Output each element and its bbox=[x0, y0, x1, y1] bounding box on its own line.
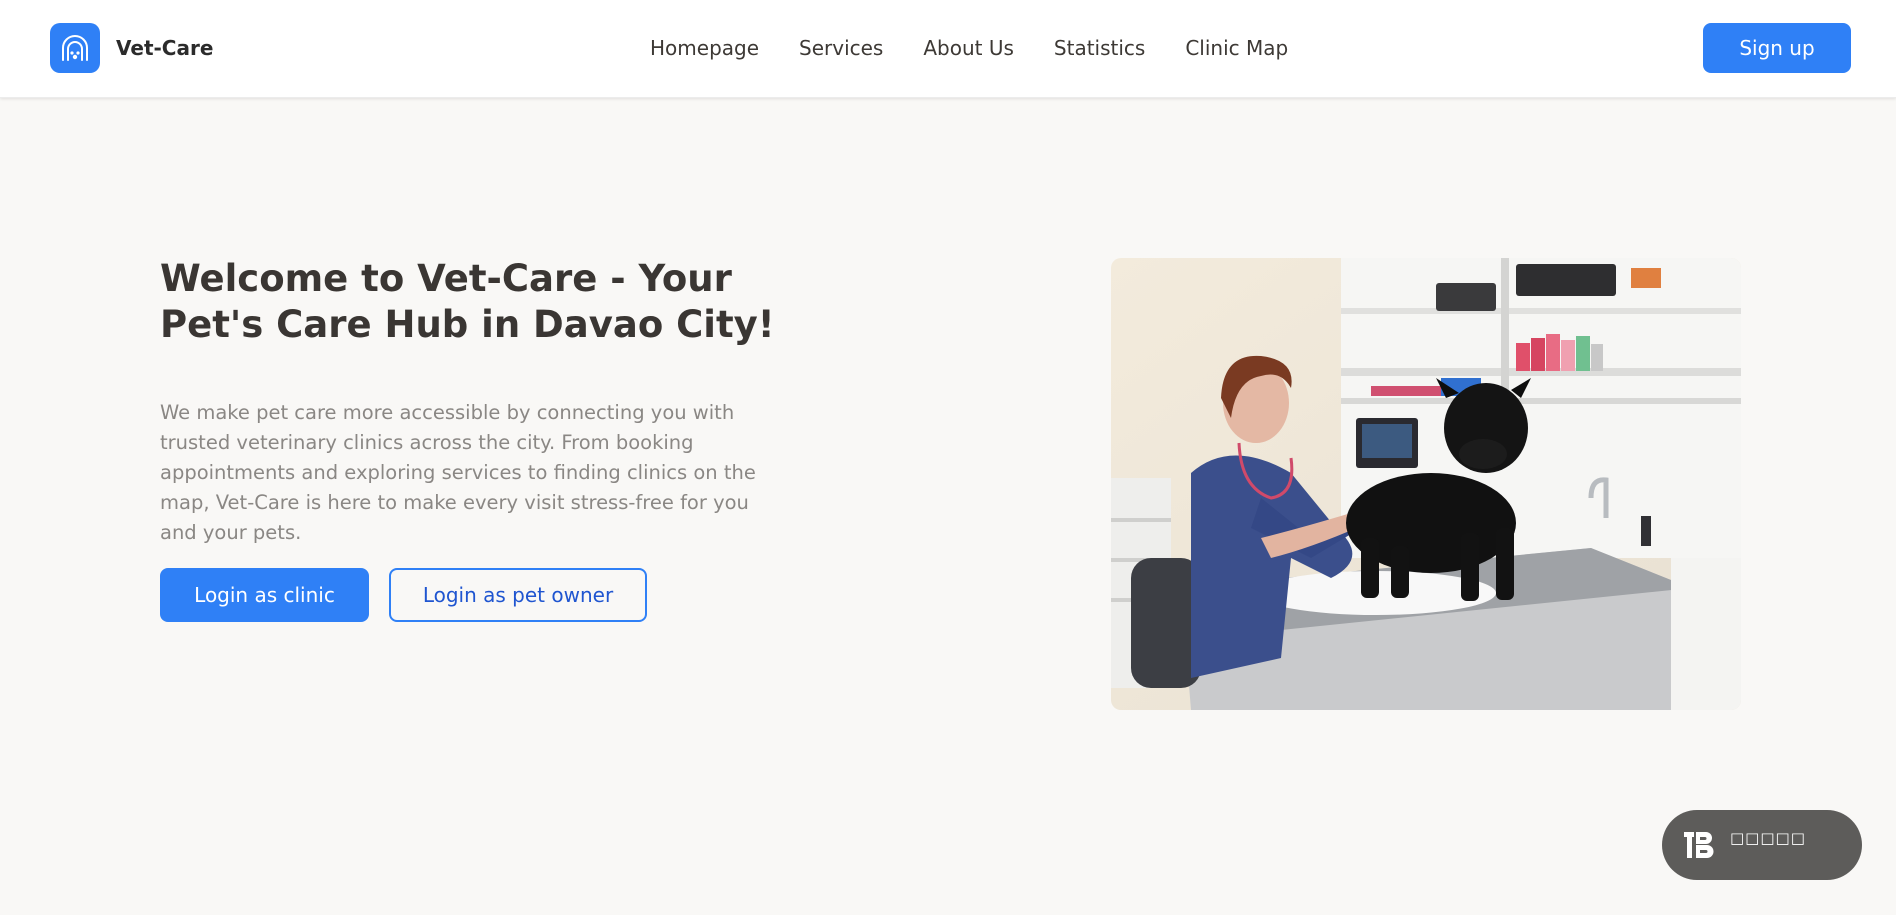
main-nav: Homepage Services About Us Statistics Cl… bbox=[650, 36, 1288, 62]
nav-link-about-us[interactable]: About Us bbox=[923, 36, 1014, 62]
hero-vet-pug-image bbox=[1111, 258, 1741, 710]
b-logo-icon bbox=[1684, 832, 1714, 858]
nav-link-homepage[interactable]: Homepage bbox=[650, 36, 759, 62]
nav-link-services[interactable]: Services bbox=[799, 36, 883, 62]
login-as-pet-owner-button[interactable]: Login as pet owner bbox=[389, 568, 647, 622]
nav-link-statistics[interactable]: Statistics bbox=[1054, 36, 1145, 62]
brand-name: Vet-Care bbox=[116, 36, 214, 60]
signup-button[interactable]: Sign up bbox=[1703, 23, 1851, 73]
floating-widget-label: □□□□□ bbox=[1730, 829, 1806, 847]
brand[interactable]: Vet-Care bbox=[50, 23, 213, 73]
hero-title: Welcome to Vet-Care - Your Pet's Care Hu… bbox=[160, 257, 775, 346]
hero-actions: Login as clinic Login as pet owner bbox=[160, 568, 647, 622]
nav-link-clinic-map[interactable]: Clinic Map bbox=[1185, 36, 1288, 62]
login-as-clinic-button[interactable]: Login as clinic bbox=[160, 568, 369, 622]
top-navbar: Vet-Care Homepage Services About Us Stat… bbox=[0, 0, 1896, 98]
vet-care-logo-icon bbox=[50, 23, 100, 73]
hero-description: We make pet care more accessible by conn… bbox=[160, 401, 756, 544]
floating-widget[interactable]: □□□□□ bbox=[1662, 810, 1862, 880]
